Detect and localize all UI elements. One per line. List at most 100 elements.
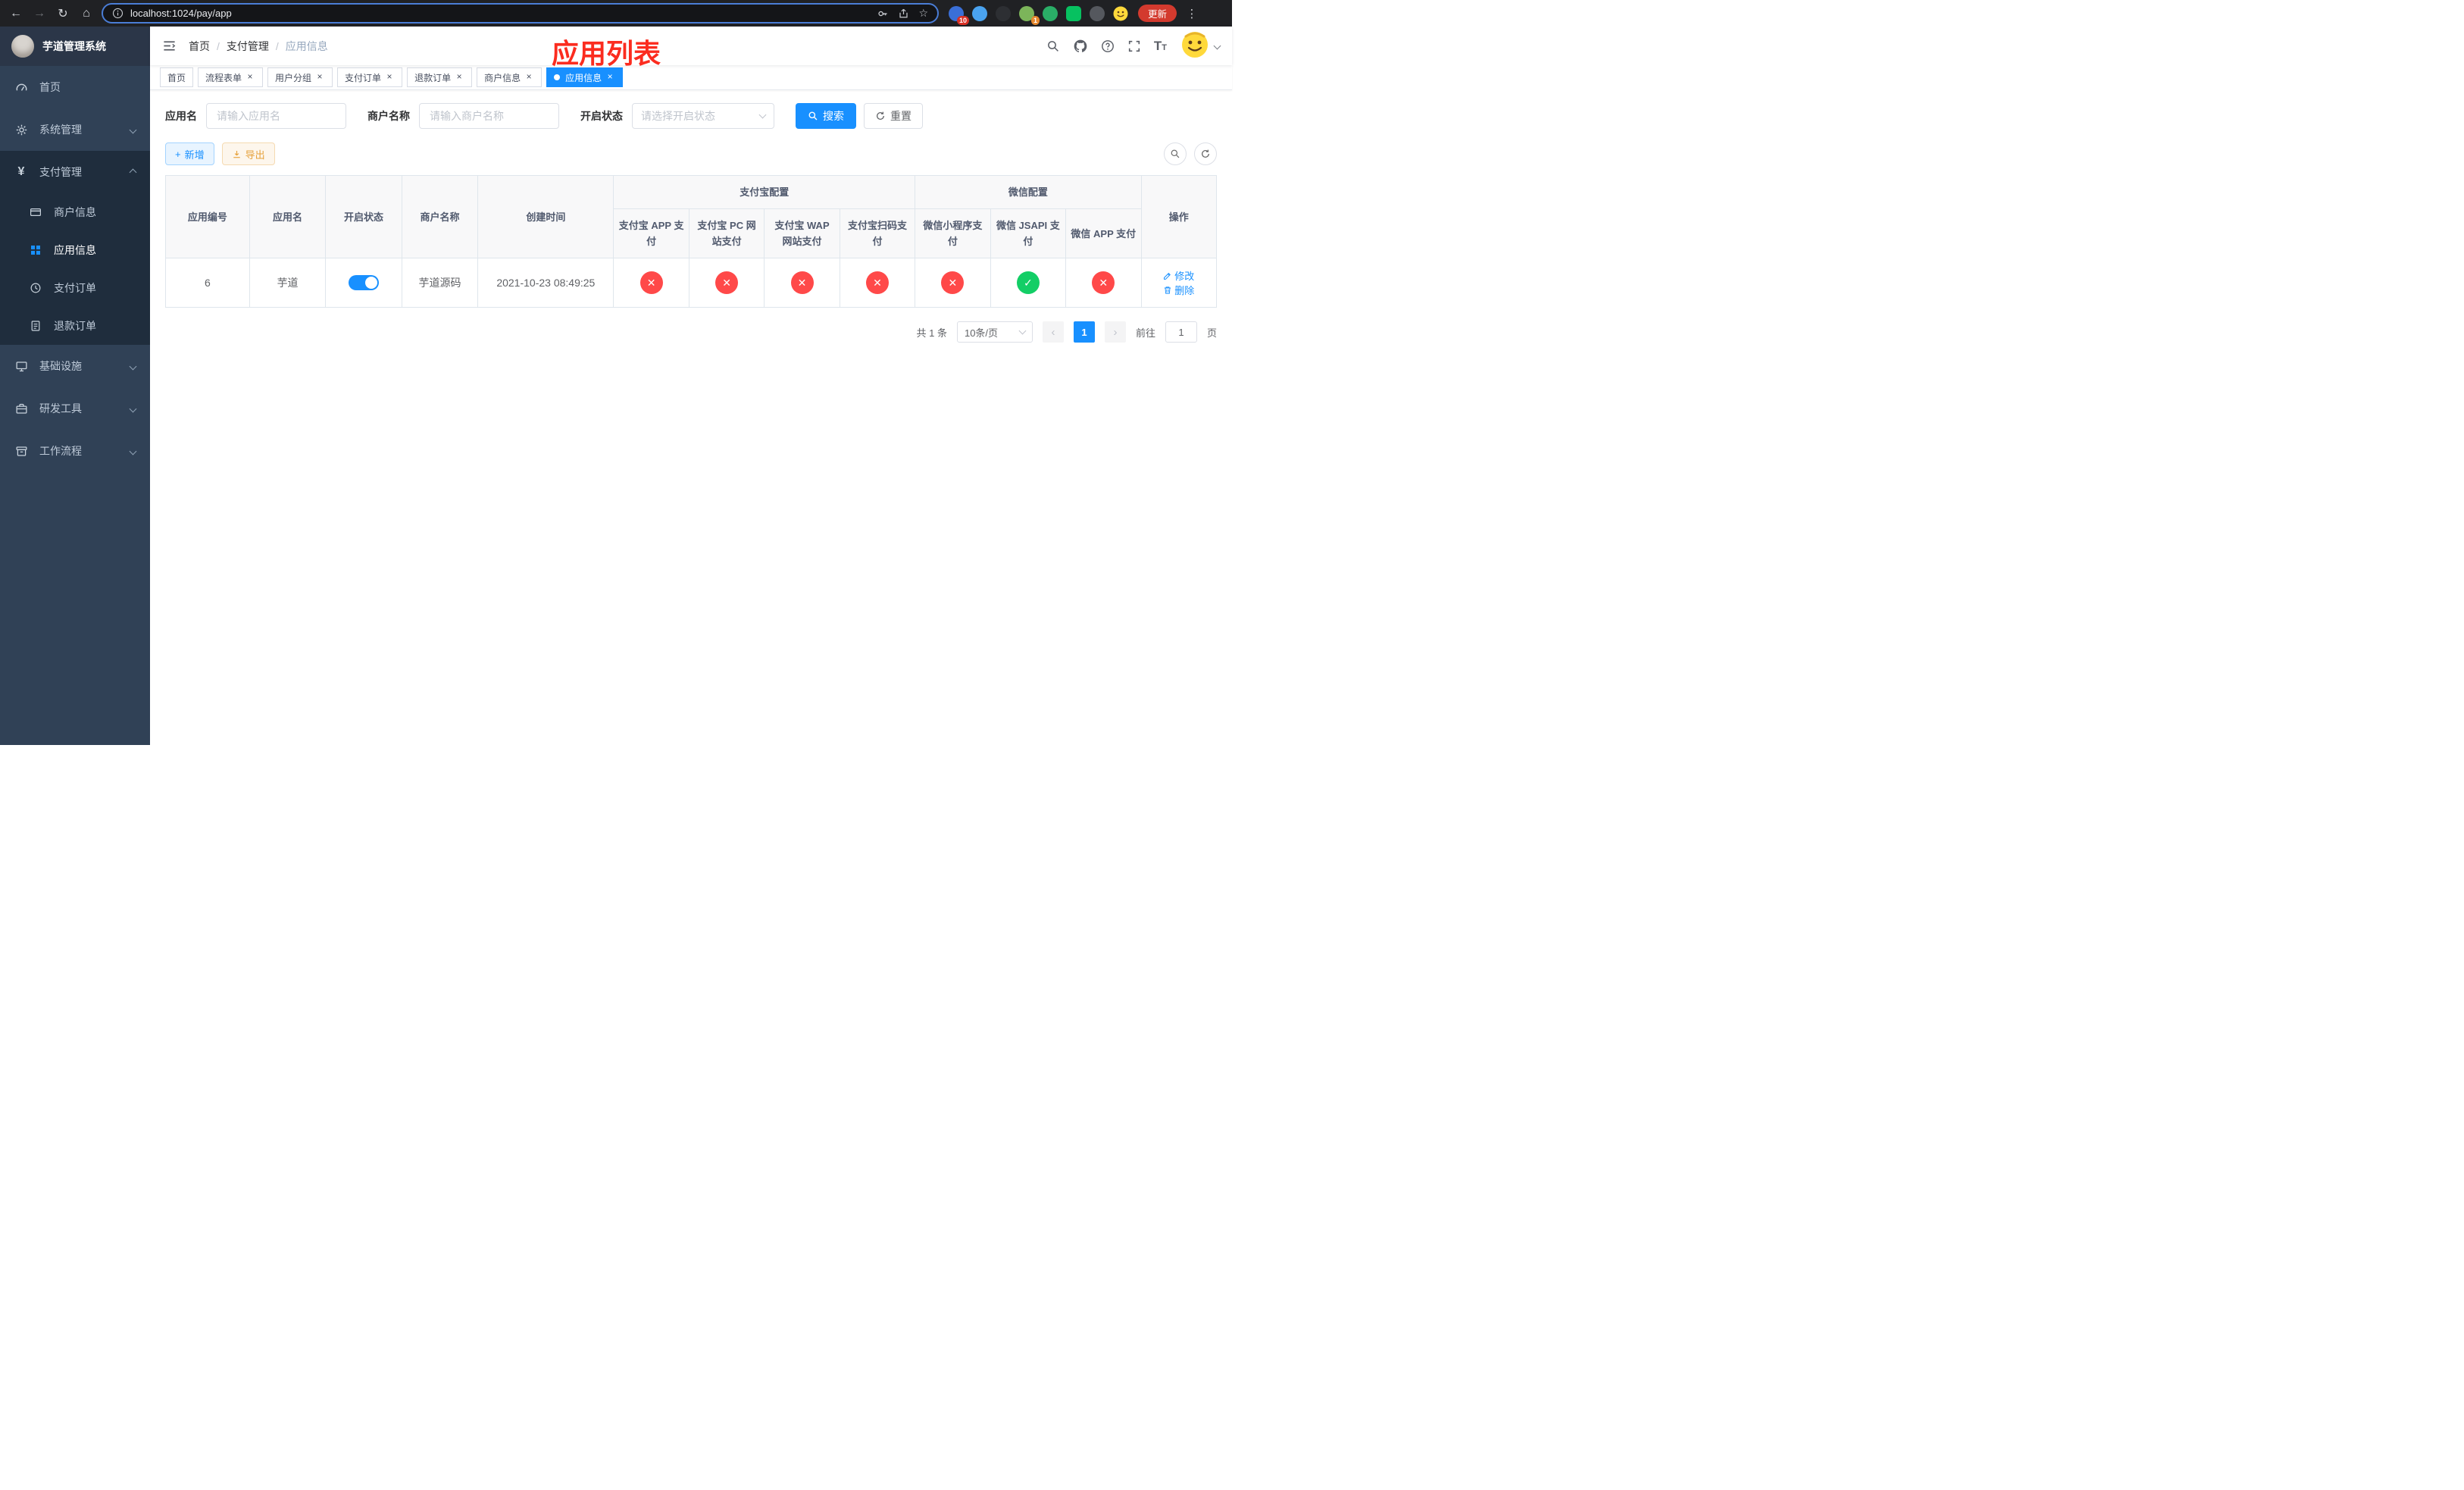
close-icon[interactable]: × (605, 72, 615, 83)
search-button-label: 搜索 (823, 110, 844, 122)
font-size-icon[interactable]: TT (1154, 39, 1167, 54)
logo-avatar-image (11, 35, 34, 58)
tab-payment-orders[interactable]: 支付订单 × (337, 67, 403, 87)
tab-process-form[interactable]: 流程表单 × (198, 67, 264, 87)
search-icon[interactable] (1046, 39, 1060, 53)
cell-status (325, 258, 402, 308)
tab-app-info[interactable]: 应用信息 × (546, 67, 624, 87)
extension-icon-2[interactable] (972, 5, 987, 21)
sidebar-item-app-info[interactable]: 应用信息 (0, 231, 150, 269)
sidebar-item-infrastructure[interactable]: 基础设施 (0, 345, 150, 387)
browser-menu-icon[interactable]: ⋮ (1184, 7, 1200, 20)
goto-page-input[interactable] (1165, 321, 1197, 343)
browser-back-icon[interactable]: ← (8, 7, 24, 20)
share-icon[interactable] (898, 8, 909, 19)
tab-label: 首页 (167, 72, 186, 83)
browser-update-button[interactable]: 更新 (1138, 5, 1177, 22)
navbar-actions: TT (1046, 29, 1221, 63)
close-icon[interactable]: × (524, 72, 534, 83)
font-size-small-glyph: T (1162, 42, 1167, 52)
tab-user-group[interactable]: 用户分组 × (267, 67, 333, 87)
cell-config-wechat-mini (915, 258, 991, 308)
close-icon[interactable]: × (454, 72, 464, 83)
extension-icon-7[interactable] (1090, 5, 1105, 21)
pencil-icon (1164, 272, 1171, 280)
refresh-button[interactable] (1194, 142, 1217, 165)
top-navbar: 首页 / 支付管理 / 应用信息 TT (150, 27, 1232, 65)
export-button[interactable]: 导出 (221, 142, 275, 165)
tab-refund-orders[interactable]: 退款订单 × (407, 67, 473, 87)
cell-config-wechat-jsapi (990, 258, 1067, 308)
total-count: 共 1 条 (916, 327, 947, 339)
menu-label: 退款订单 (54, 320, 96, 332)
address-bar[interactable]: localhost:1024/pay/app ☆ (102, 3, 939, 23)
close-icon[interactable]: × (384, 72, 395, 83)
app-name-label: 应用名 (165, 110, 197, 122)
sidebar-item-merchant-info[interactable]: 商户信息 (0, 193, 150, 231)
cell-config-wechat-app (1065, 258, 1142, 308)
yen-icon: ¥ (17, 165, 25, 178)
close-icon[interactable]: × (245, 72, 255, 83)
sidebar-toggle-icon[interactable] (162, 39, 177, 53)
password-key-icon[interactable] (877, 8, 889, 20)
app-logo[interactable]: 芋道管理系统 (0, 27, 150, 66)
column-header-alipay-app: 支付宝 APP 支付 (613, 208, 689, 258)
column-group-alipay: 支付宝配置 (613, 175, 916, 209)
sidebar-item-payment-orders[interactable]: 支付订单 (0, 269, 150, 307)
site-info-icon[interactable] (112, 8, 124, 19)
sidebar-item-home[interactable]: 首页 (0, 66, 150, 108)
sidebar-item-payment[interactable]: ¥ 支付管理 (0, 151, 150, 193)
profile-avatar-icon[interactable] (1113, 6, 1128, 21)
tab-label: 流程表单 (205, 72, 242, 83)
status-select[interactable]: 请选择开启状态 (632, 103, 774, 129)
toggle-search-button[interactable] (1164, 142, 1187, 165)
status-toggle[interactable] (349, 275, 380, 290)
extension-icon-5[interactable] (1043, 5, 1058, 21)
chevron-up-icon (129, 168, 137, 176)
page-size-select[interactable]: 10条/页 (956, 321, 1033, 343)
sidebar-item-devtools[interactable]: 研发工具 (0, 387, 150, 430)
close-icon[interactable]: × (314, 72, 325, 83)
search-button[interactable]: 搜索 (796, 103, 856, 129)
config-status-badge (1092, 271, 1115, 294)
menu-label: 商户信息 (54, 206, 96, 218)
next-page-button[interactable]: › (1104, 321, 1126, 343)
extension-icon-3[interactable] (996, 5, 1011, 21)
sidebar-item-system[interactable]: 系统管理 (0, 108, 150, 151)
monitor-icon (14, 359, 28, 373)
github-icon[interactable] (1073, 39, 1088, 54)
edit-button[interactable]: 修改 (1163, 268, 1194, 283)
merchant-name-input[interactable] (419, 103, 559, 129)
dashboard-icon (14, 80, 28, 94)
order-icon (29, 281, 42, 295)
sidebar-item-workflow[interactable]: 工作流程 (0, 430, 150, 472)
reset-button[interactable]: 重置 (864, 103, 923, 129)
table-toolbar: + 新增 导出 (165, 142, 1217, 165)
extension-badge: 1 (1030, 15, 1040, 25)
app-name-input[interactable] (206, 103, 346, 129)
delete-button[interactable]: 删除 (1163, 283, 1194, 297)
extension-icon-6[interactable] (1066, 5, 1081, 21)
add-button[interactable]: + 新增 (165, 142, 214, 165)
browser-reload-icon[interactable]: ↻ (55, 6, 71, 21)
tab-merchant-info[interactable]: 商户信息 × (477, 67, 543, 87)
goto-suffix: 页 (1206, 327, 1217, 339)
fullscreen-icon[interactable] (1127, 39, 1141, 53)
user-menu[interactable] (1180, 29, 1221, 63)
extensions-tray: 10 1 (946, 5, 1131, 25)
breadcrumb-home[interactable]: 首页 (189, 39, 210, 54)
payment-submenu: 商户信息 应用信息 支付订单 退款订单 (0, 193, 150, 345)
extension-icon-1[interactable]: 10 (949, 5, 969, 25)
status-label: 开启状态 (580, 110, 623, 122)
bookmark-star-icon[interactable]: ☆ (918, 7, 928, 20)
breadcrumb-payment[interactable]: 支付管理 (227, 39, 269, 54)
toolbox-icon (14, 402, 28, 415)
help-icon[interactable] (1101, 39, 1115, 53)
browser-forward-icon[interactable]: → (31, 7, 48, 20)
page-1-button[interactable]: 1 (1073, 321, 1095, 343)
tab-home[interactable]: 首页 (160, 67, 194, 87)
sidebar-item-refund-orders[interactable]: 退款订单 (0, 307, 150, 345)
browser-home-icon[interactable]: ⌂ (78, 7, 95, 20)
prev-page-button[interactable]: ‹ (1042, 321, 1064, 343)
extension-icon-4[interactable]: 1 (1019, 5, 1040, 25)
